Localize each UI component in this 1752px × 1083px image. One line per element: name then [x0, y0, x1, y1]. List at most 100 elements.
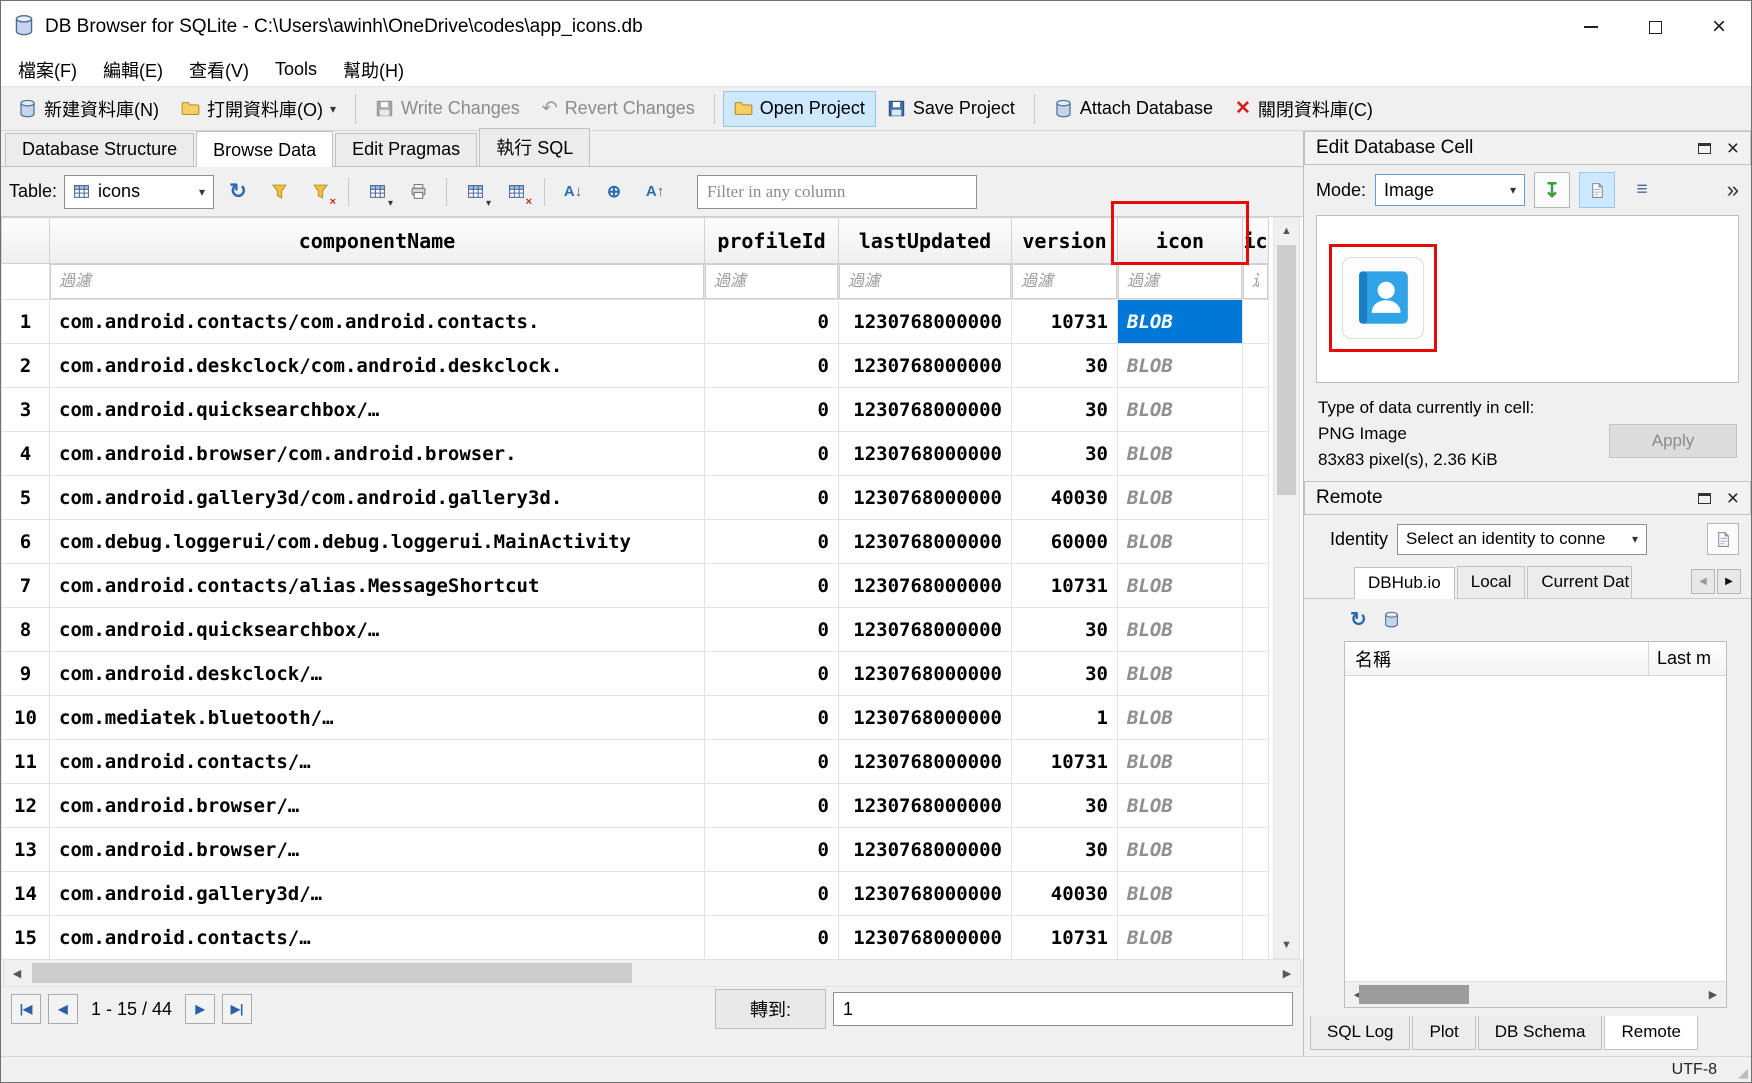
minimize-button[interactable]	[1559, 1, 1623, 53]
row-number[interactable]: 3	[2, 388, 50, 432]
cell-lastUpdated[interactable]: 1230768000000	[839, 476, 1012, 520]
undock-panel-icon[interactable]	[1698, 493, 1711, 504]
cell-icon[interactable]: BLOB	[1118, 872, 1243, 916]
cell-version[interactable]: 30	[1012, 608, 1118, 652]
tab-remote[interactable]: Remote	[1604, 1016, 1698, 1050]
delete-record-icon[interactable]: ×	[499, 175, 533, 209]
cell-componentName[interactable]: com.android.browser/…	[50, 828, 705, 872]
refresh-icon[interactable]: ↻	[221, 175, 255, 209]
column-filter-input-profileId[interactable]	[705, 264, 838, 299]
column-header-ic[interactable]: ic	[1243, 218, 1269, 264]
revert-changes-button[interactable]: ↶Revert Changes	[531, 91, 706, 127]
row-number[interactable]: 10	[2, 696, 50, 740]
cell-componentName[interactable]: com.android.contacts/…	[50, 916, 705, 960]
menu-item-view[interactable]: 查看(V)	[176, 53, 262, 86]
mode-selector[interactable]: Image ▾	[1375, 174, 1525, 206]
identity-settings-button[interactable]	[1707, 523, 1739, 555]
row-number[interactable]: 13	[2, 828, 50, 872]
cell-icon[interactable]: BLOB	[1118, 828, 1243, 872]
cell-profileId[interactable]: 0	[705, 476, 839, 520]
cell-lastUpdated[interactable]: 1230768000000	[839, 300, 1012, 344]
column-header-profileId[interactable]: profileId	[705, 218, 839, 264]
cell-version[interactable]: 10731	[1012, 300, 1118, 344]
tab-local[interactable]: Local	[1457, 566, 1526, 598]
open-database-dropdown-icon[interactable]: ▾	[330, 102, 336, 116]
tab-dbhub-io[interactable]: DBHub.io	[1354, 567, 1455, 599]
prev-page-button[interactable]: ◀	[48, 994, 78, 1024]
apply-button[interactable]: Apply	[1609, 424, 1737, 458]
open-database-button[interactable]: 打開資料庫(O)▾	[170, 91, 347, 127]
open-project-button[interactable]: Open Project	[723, 91, 876, 127]
overflow-chevron-icon[interactable]: »	[1727, 177, 1739, 203]
remote-scrollbar-thumb[interactable]	[1359, 985, 1469, 1004]
goto-cell-icon[interactable]: ⊕	[597, 175, 631, 209]
cell-version[interactable]: 60000	[1012, 520, 1118, 564]
cell-profileId[interactable]: 0	[705, 696, 839, 740]
horizontal-scrollbar-thumb[interactable]	[32, 963, 632, 983]
scroll-down-icon[interactable]: ▼	[1274, 932, 1299, 958]
cell-icon[interactable]: BLOB	[1118, 476, 1243, 520]
cell-profileId[interactable]: 0	[705, 652, 839, 696]
cell-icon[interactable]: BLOB	[1118, 344, 1243, 388]
cell-lastUpdated[interactable]: 1230768000000	[839, 872, 1012, 916]
column-filter-input-ic[interactable]	[1243, 264, 1268, 299]
tab-plot[interactable]: Plot	[1412, 1016, 1475, 1050]
cell-lastUpdated[interactable]: 1230768000000	[839, 916, 1012, 960]
menu-item-help[interactable]: 幫助(H)	[330, 53, 417, 86]
scroll-right-icon[interactable]: ▶	[1274, 960, 1300, 986]
identity-selector[interactable]: Select an identity to conne ▾	[1397, 524, 1647, 555]
cell-profileId[interactable]: 0	[705, 872, 839, 916]
cell-componentName[interactable]: com.android.deskclock/…	[50, 652, 705, 696]
tab-sql-log[interactable]: SQL Log	[1310, 1016, 1410, 1050]
cell-icon-selected[interactable]: BLOB	[1118, 300, 1243, 344]
remote-refresh-icon[interactable]: ↻	[1350, 607, 1367, 632]
cell-profileId[interactable]: 0	[705, 608, 839, 652]
cell-version[interactable]: 10731	[1012, 740, 1118, 784]
clear-filters-icon[interactable]: ×	[303, 175, 337, 209]
cell-icon[interactable]: BLOB	[1118, 388, 1243, 432]
cell-profileId[interactable]: 0	[705, 388, 839, 432]
cell-icon[interactable]: BLOB	[1118, 608, 1243, 652]
cell-componentName[interactable]: com.android.gallery3d/…	[50, 872, 705, 916]
sort-desc-icon[interactable]: A↑	[638, 175, 672, 209]
cell-version[interactable]: 40030	[1012, 476, 1118, 520]
close-database-button[interactable]: ✕關閉資料庫(C)	[1224, 91, 1384, 127]
column-filter-input-icon[interactable]	[1118, 264, 1242, 299]
column-header-componentName[interactable]: componentName	[50, 218, 705, 264]
menu-item-file[interactable]: 檔案(F)	[5, 53, 90, 86]
cell-version[interactable]: 30	[1012, 784, 1118, 828]
cell-componentName[interactable]: com.android.contacts/…	[50, 740, 705, 784]
cell-icon[interactable]: BLOB	[1118, 696, 1243, 740]
close-panel-icon[interactable]: ×	[1727, 488, 1739, 509]
row-number[interactable]: 4	[2, 432, 50, 476]
cell-profileId[interactable]: 0	[705, 916, 839, 960]
column-header-version[interactable]: version	[1012, 218, 1118, 264]
sort-asc-icon[interactable]: A↓	[556, 175, 590, 209]
write-changes-button[interactable]: Write Changes	[364, 91, 531, 127]
cell-version[interactable]: 40030	[1012, 872, 1118, 916]
menu-item-edit[interactable]: 編輯(E)	[90, 53, 176, 86]
global-filter-input[interactable]	[697, 175, 977, 209]
row-number[interactable]: 9	[2, 652, 50, 696]
cell-icon[interactable]: BLOB	[1118, 784, 1243, 828]
goto-record-input[interactable]	[833, 992, 1293, 1026]
cell-icon[interactable]: BLOB	[1118, 432, 1243, 476]
row-number[interactable]: 6	[2, 520, 50, 564]
tab-edit-pragmas[interactable]: Edit Pragmas	[335, 133, 477, 166]
cell-version[interactable]: 30	[1012, 828, 1118, 872]
row-number[interactable]: 12	[2, 784, 50, 828]
close-panel-icon[interactable]: ×	[1727, 138, 1739, 159]
import-data-button[interactable]: ↧	[1534, 172, 1570, 208]
row-number[interactable]: 14	[2, 872, 50, 916]
cell-lastUpdated[interactable]: 1230768000000	[839, 564, 1012, 608]
cell-componentName[interactable]: com.android.deskclock/com.android.deskcl…	[50, 344, 705, 388]
cell-componentName[interactable]: com.android.contacts/alias.MessageShortc…	[50, 564, 705, 608]
cell-lastUpdated[interactable]: 1230768000000	[839, 740, 1012, 784]
row-number[interactable]: 1	[2, 300, 50, 344]
vertical-scrollbar[interactable]: ▲ ▼	[1273, 217, 1300, 959]
cell-profileId[interactable]: 0	[705, 432, 839, 476]
close-button[interactable]: ×	[1687, 1, 1751, 53]
cell-lastUpdated[interactable]: 1230768000000	[839, 696, 1012, 740]
scroll-right-icon[interactable]: ▶	[1700, 982, 1726, 1007]
remote-clone-icon[interactable]	[1383, 611, 1400, 628]
